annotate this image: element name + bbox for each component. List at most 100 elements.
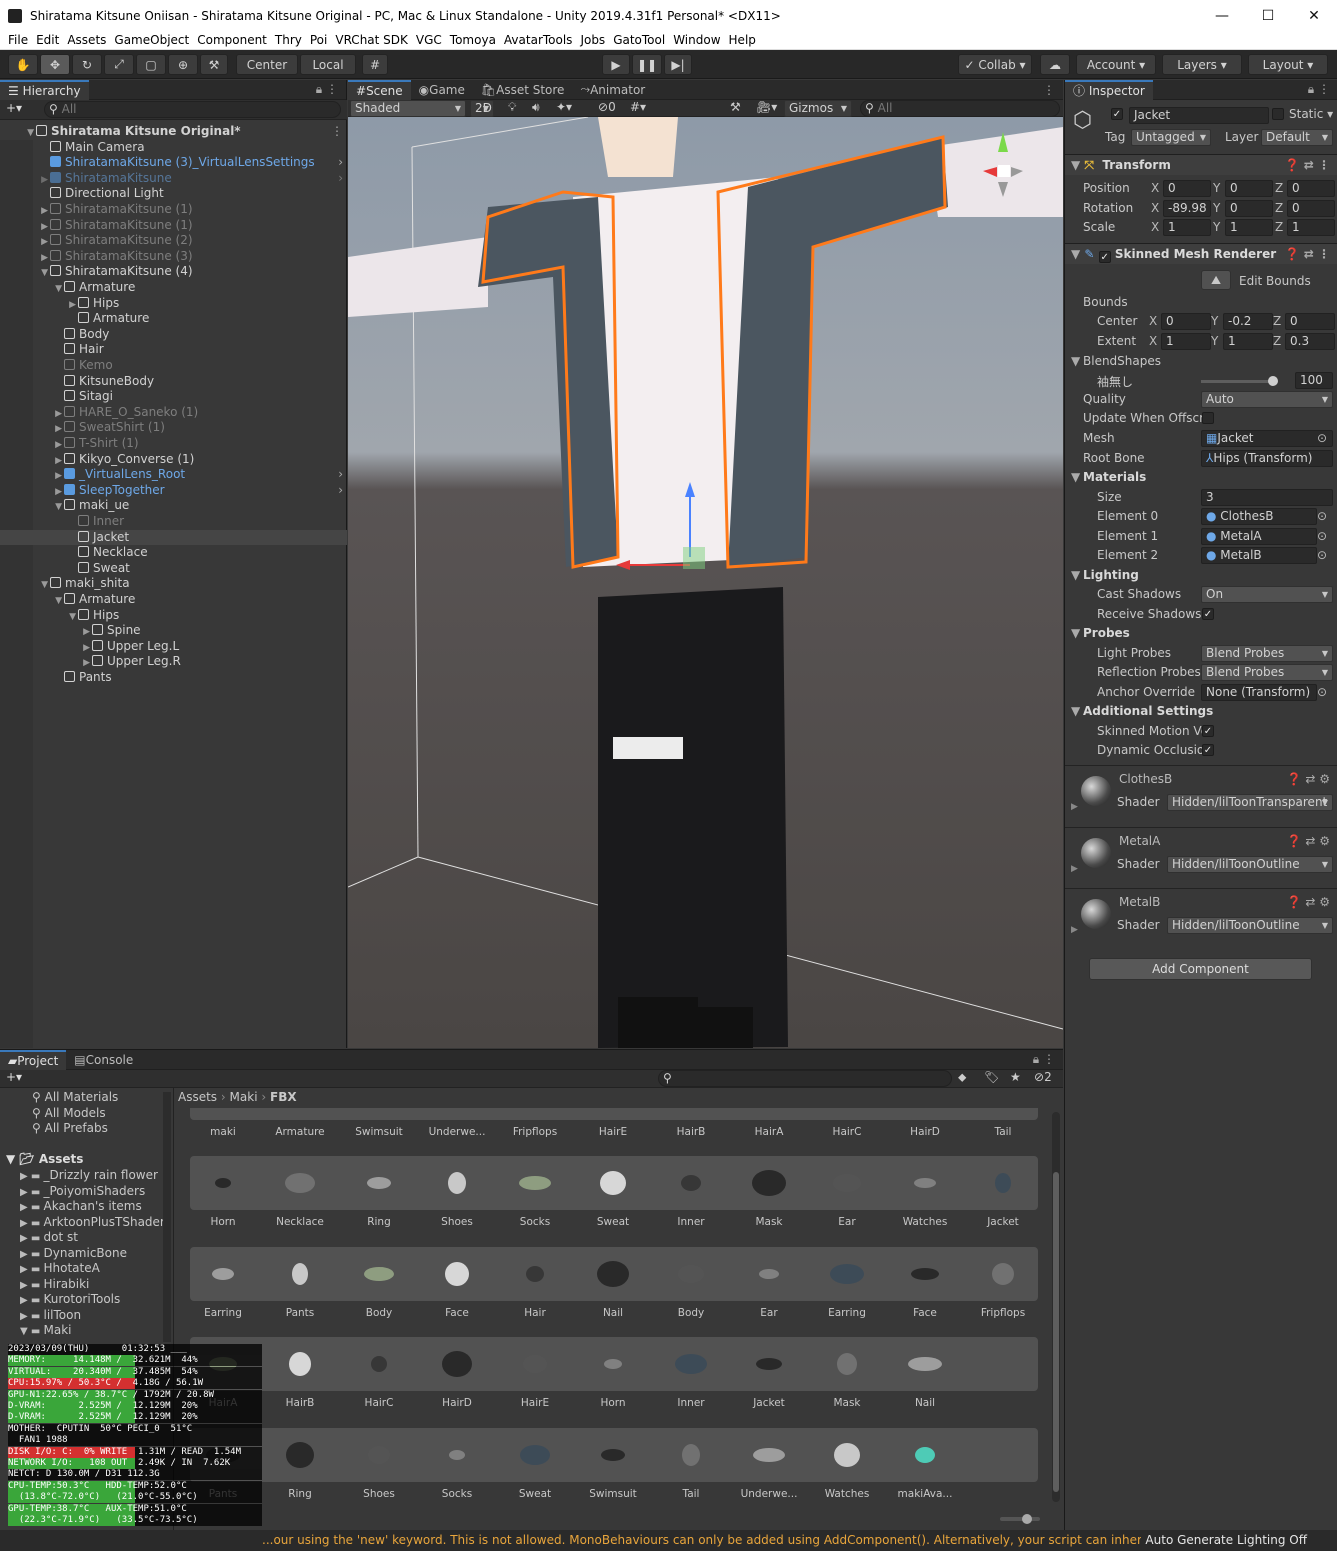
axis-z-label[interactable]: Z: [1275, 199, 1283, 218]
transform-z-field[interactable]: 0: [1287, 199, 1335, 217]
gizmos-dropdown[interactable]: Gizmos: [784, 100, 852, 117]
shader-dropdown[interactable]: Hidden/lilToonTransparent: [1167, 794, 1333, 811]
icon-size-slider[interactable]: [1000, 1514, 1040, 1524]
hierarchy-row[interactable]: ▼ Armature: [0, 592, 347, 608]
asset-item[interactable]: Body: [340, 1247, 418, 1327]
asset-item[interactable]: Body: [652, 1247, 730, 1327]
center-x-field[interactable]: 0: [1161, 313, 1211, 330]
breadcrumb-fbx[interactable]: FBX: [270, 1090, 297, 1104]
asset-item[interactable]: Socks: [496, 1156, 574, 1236]
asset-item[interactable]: Ear: [730, 1247, 808, 1327]
asset-item[interactable]: Watches: [808, 1428, 886, 1508]
transform-z-field[interactable]: 0: [1287, 180, 1335, 197]
favorite-item[interactable]: ⚲ All Models: [32, 1106, 106, 1120]
material-element-field[interactable]: ● ClothesB: [1201, 508, 1317, 525]
material-foldout-icon[interactable]: ▶: [1071, 925, 1078, 935]
create-add-icon[interactable]: +▾: [6, 101, 22, 115]
asset-item[interactable]: Socks: [418, 1428, 496, 1508]
static-label[interactable]: Static ▾: [1289, 107, 1333, 121]
receive-shadows-checkbox[interactable]: ✓: [1202, 608, 1214, 620]
asset-item[interactable]: HairB: [261, 1337, 339, 1417]
asset-item[interactable]: Horn: [574, 1337, 652, 1417]
object-picker-icon[interactable]: ⊙: [1317, 431, 1327, 445]
asset-item[interactable]: Inner: [652, 1156, 730, 1236]
asset-item[interactable]: Nail: [574, 1247, 652, 1327]
hierarchy-row[interactable]: Hair: [0, 342, 347, 358]
hierarchy-row[interactable]: Sitagi: [0, 389, 347, 405]
layer-dropdown[interactable]: Default: [1261, 129, 1333, 146]
asset-item[interactable]: Nail: [886, 1337, 964, 1417]
hierarchy-row[interactable]: Directional Light: [0, 186, 347, 202]
asset-item[interactable]: Jacket: [964, 1156, 1042, 1236]
asset-item[interactable]: HairB: [652, 1126, 730, 1138]
axis-z-label[interactable]: Z: [1273, 334, 1281, 348]
asset-item[interactable]: Tail: [964, 1126, 1042, 1138]
hierarchy-row[interactable]: Main Camera: [0, 140, 347, 156]
pause-button[interactable]: ❚❚: [632, 54, 662, 75]
asset-grid-scrollbar[interactable]: [1052, 1112, 1060, 1502]
project-folder[interactable]: ▶ ▬ _Drizzly rain flower: [20, 1168, 158, 1182]
axis-x-label[interactable]: X: [1151, 179, 1159, 198]
layout-dropdown[interactable]: Layout ▾: [1248, 54, 1328, 75]
tab-hierarchy[interactable]: ☰ Hierarchy: [0, 79, 89, 100]
hierarchy-row[interactable]: ▶ ShiratamaKitsune (2): [0, 233, 347, 249]
tab-scene[interactable]: # Scene: [348, 79, 411, 100]
asset-item[interactable]: HairD: [418, 1337, 496, 1417]
asset-item[interactable]: Sweat: [574, 1156, 652, 1236]
skinned-motion-vectors-checkbox[interactable]: ✓: [1202, 725, 1214, 737]
asset-item[interactable]: Earring: [808, 1247, 886, 1327]
scene-orientation-gizmo[interactable]: [983, 127, 1023, 197]
rotate-tool-icon[interactable]: ↻: [72, 54, 102, 75]
asset-item[interactable]: Shoes: [418, 1156, 496, 1236]
menu-item-tomoya[interactable]: Tomoya: [446, 33, 500, 47]
2d-toggle[interactable]: 2D: [470, 100, 494, 117]
object-picker-icon[interactable]: ⊙: [1317, 685, 1327, 699]
transform-y-field[interactable]: 1: [1225, 219, 1273, 236]
asset-item[interactable]: HairD: [886, 1126, 964, 1138]
dynamic-occlusion-checkbox[interactable]: ✓: [1202, 744, 1214, 756]
menu-item-assets[interactable]: Assets: [63, 33, 110, 47]
quality-dropdown[interactable]: Auto: [1201, 391, 1333, 408]
hierarchy-row[interactable]: ▶ ShiratamaKitsune (3): [0, 249, 347, 265]
asset-item[interactable]: Sweat: [496, 1428, 574, 1508]
close-icon[interactable]: ✕: [1291, 8, 1337, 24]
additional-foldout-icon[interactable]: ▼: [1071, 704, 1080, 718]
cloud-icon[interactable]: ☁: [1040, 54, 1070, 75]
tools-icon[interactable]: ⚒: [730, 100, 741, 114]
smr-enabled-checkbox[interactable]: ✓: [1098, 251, 1111, 263]
axis-z-label[interactable]: Z: [1275, 179, 1283, 198]
prefab-chevron-icon[interactable]: ›: [338, 483, 343, 498]
hierarchy-row[interactable]: ▶ Kikyo_Converse (1): [0, 452, 347, 468]
material-element-field[interactable]: ● MetalA: [1201, 527, 1317, 545]
asset-item[interactable]: Inner: [652, 1337, 730, 1417]
axis-z-label[interactable]: Z: [1273, 314, 1281, 328]
menu-item-window[interactable]: Window: [669, 33, 724, 47]
material-foldout-icon[interactable]: ▶: [1071, 864, 1078, 874]
asset-item[interactable]: Underwe...: [730, 1428, 808, 1508]
transform-x-field[interactable]: 1: [1163, 219, 1211, 236]
hidden-objects-icon[interactable]: ⊘0: [598, 100, 616, 114]
axis-x-label[interactable]: X: [1151, 218, 1159, 237]
hidden-packages-icon[interactable]: ⊘2: [1034, 1070, 1052, 1084]
scene-menu-icon[interactable]: ⋮: [331, 124, 343, 139]
center-y-field[interactable]: -0.2: [1223, 313, 1273, 330]
menu-item-vrchat-sdk[interactable]: VRChat SDK: [331, 33, 412, 47]
hierarchy-row[interactable]: ▶ Hips: [0, 296, 347, 312]
shader-dropdown[interactable]: Hidden/lilToonOutline: [1167, 855, 1333, 873]
blendshapes-foldout-icon[interactable]: ▼: [1071, 354, 1080, 368]
hierarchy-row[interactable]: ▶ ShiratamaKitsune ›: [0, 171, 347, 187]
transform-z-field[interactable]: 1: [1287, 219, 1335, 236]
maximize-icon[interactable]: ☐: [1245, 8, 1291, 24]
project-search-input[interactable]: ⚲: [658, 1070, 952, 1087]
smr-menu-icon[interactable]: ❓ ⇄ ⋮: [1285, 244, 1330, 264]
project-folder[interactable]: ▶ ▬ Hirabiki: [20, 1277, 89, 1291]
asset-item[interactable]: Underwe...: [418, 1126, 496, 1138]
layers-dropdown[interactable]: Layers ▾: [1162, 54, 1242, 75]
prefab-chevron-icon[interactable]: ›: [338, 171, 343, 186]
tab-animator[interactable]: ⤳ Animator: [572, 80, 653, 100]
hierarchy-search-input[interactable]: ⚲ All: [44, 101, 341, 118]
hierarchy-row[interactable]: ▼ Shiratama Kitsune Original* ⋮: [0, 124, 347, 140]
tab-asset-store[interactable]: 🛍︎ Asset Store: [473, 80, 573, 100]
scale-tool-icon[interactable]: ⤢: [104, 54, 134, 75]
asset-item[interactable]: Armature: [261, 1126, 339, 1138]
